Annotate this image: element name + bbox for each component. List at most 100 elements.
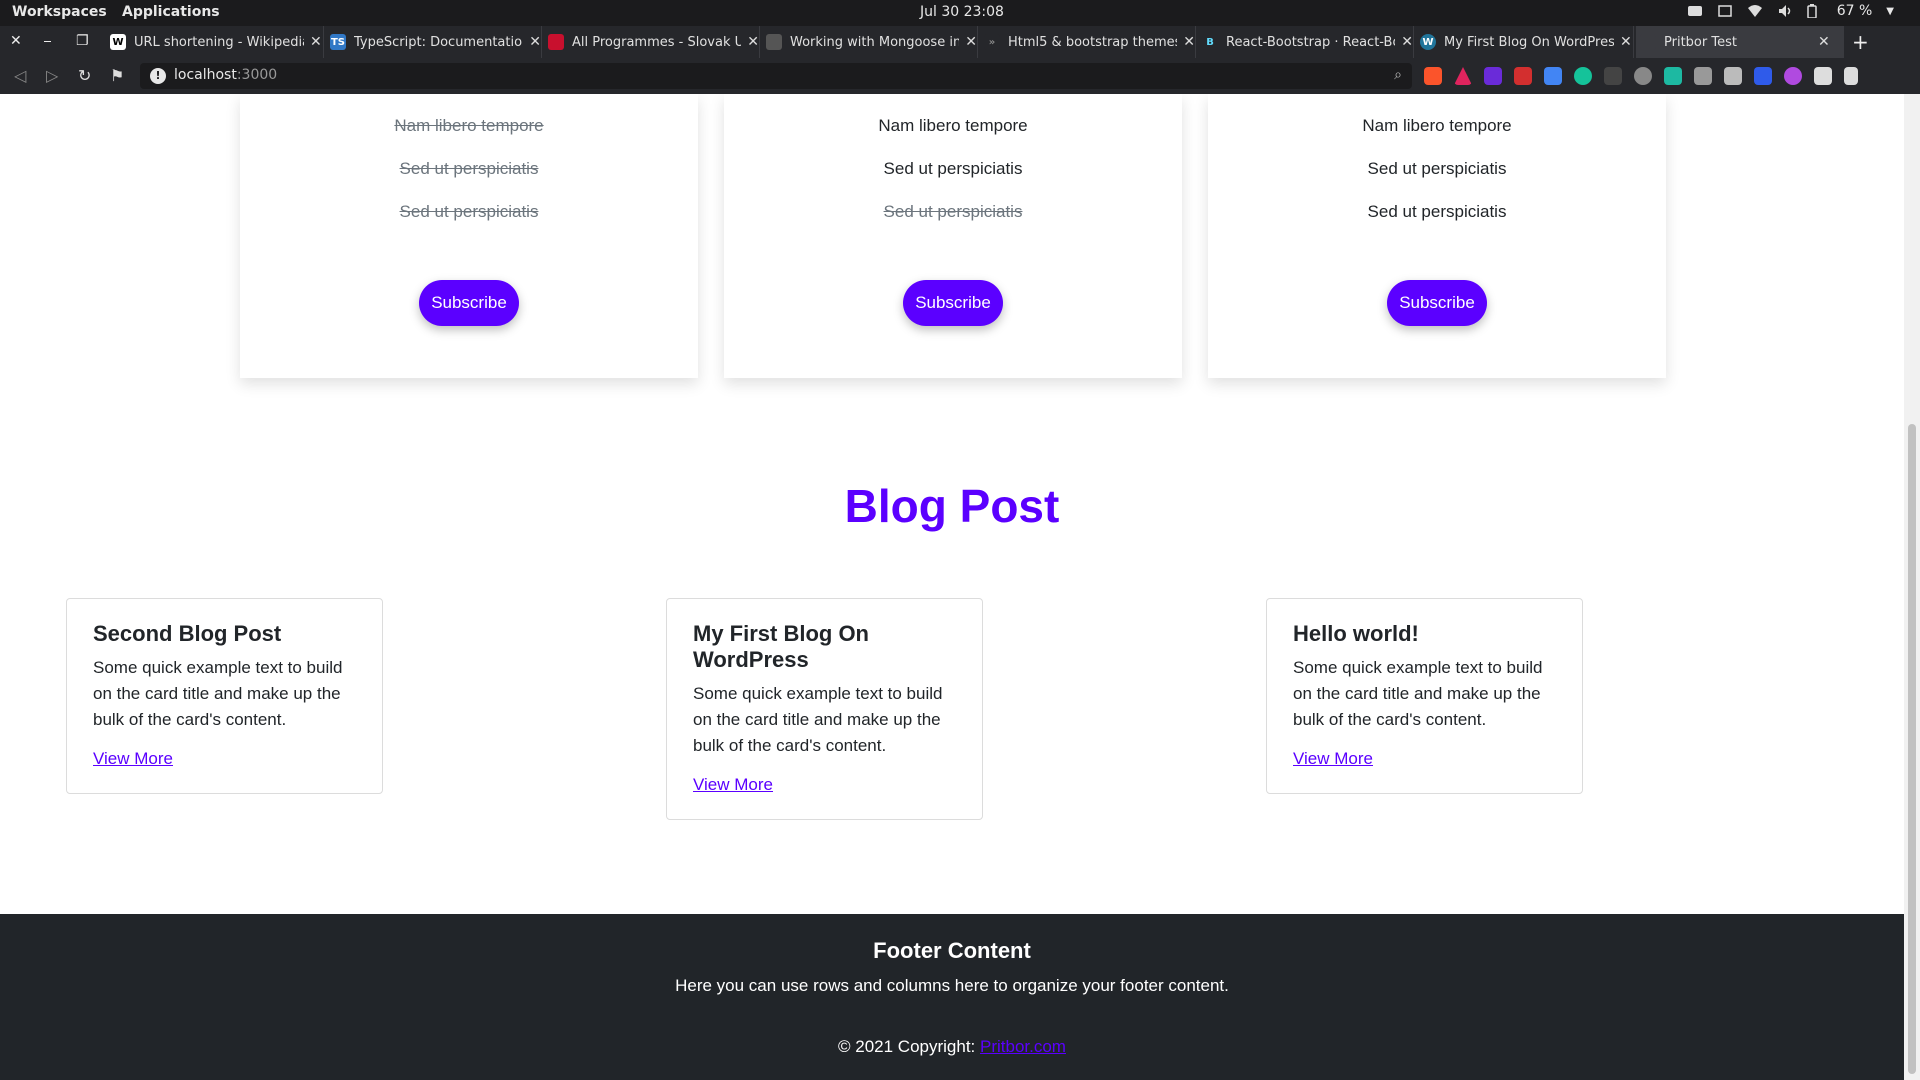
grammarly-icon[interactable] [1574, 67, 1592, 85]
extension-gray-icon[interactable] [1694, 67, 1712, 85]
extension-purple-icon[interactable] [1484, 67, 1502, 85]
screenshot-icon[interactable] [1687, 4, 1703, 18]
close-window-icon[interactable]: ✕ [10, 33, 22, 49]
view-more-link[interactable]: View More [693, 775, 773, 794]
pricing-feature: Sed ut perspiciatis [1367, 159, 1507, 178]
pricing-feature: Nam libero tempore [878, 116, 1028, 135]
puzzle-icon[interactable] [1814, 67, 1832, 85]
reload-icon[interactable]: ↻ [78, 66, 91, 85]
brave-shield-icon[interactable] [1424, 67, 1442, 85]
pricing-feature: Sed ut perspiciatis [1367, 202, 1507, 221]
forward-icon[interactable]: ▷ [46, 66, 58, 85]
tab-url-shortening[interactable]: W URL shortening - Wikipedia ✕ [106, 26, 324, 58]
pricing-feature: Sed ut perspiciatis [399, 159, 539, 178]
pen-icon[interactable] [1724, 67, 1742, 85]
tab-title: URL shortening - Wikipedia [134, 34, 304, 50]
battery-level: 67 % [1836, 3, 1873, 19]
close-tab-icon[interactable]: ✕ [965, 34, 977, 50]
view-more-link[interactable]: View More [1293, 749, 1373, 768]
close-tab-icon[interactable]: ✕ [747, 34, 759, 50]
typescript-icon: TS [330, 34, 346, 50]
brave-rewards-icon[interactable] [1454, 67, 1472, 85]
clock[interactable]: Jul 30 23:08 [920, 4, 1004, 20]
close-tab-icon[interactable]: ✕ [310, 34, 322, 50]
pricing-feature: Nam libero tempore [1362, 116, 1512, 135]
minimize-icon[interactable]: ⎯ [44, 33, 51, 49]
url-text[interactable]: localhost:3000 [174, 67, 277, 83]
extensions-bar [1424, 67, 1858, 85]
extension-blue-icon[interactable] [1754, 67, 1772, 85]
extension-dark-icon[interactable] [1604, 67, 1622, 85]
tab-react-bootstrap[interactable]: B React-Bootstrap · React-Bo ✕ [1198, 26, 1414, 58]
blog-card-text: Some quick example text to build on the … [93, 658, 343, 729]
translate-icon[interactable] [1544, 67, 1562, 85]
tab-wordpress-blog[interactable]: W My First Blog On WordPress ✕ [1416, 26, 1634, 58]
pricing-feature: Sed ut perspiciatis [883, 202, 1023, 221]
view-more-link[interactable]: View More [93, 749, 173, 768]
menu-icon[interactable] [1844, 67, 1858, 85]
close-tab-icon[interactable]: ✕ [1183, 34, 1195, 50]
footer-title: Footer Content [873, 938, 1031, 963]
os-top-bar: Workspaces Applications Jul 30 23:08 67 … [0, 0, 1920, 26]
url-field[interactable]: ! localhost:3000 ⌕ [140, 63, 1412, 89]
page-scrollbar[interactable] [1904, 94, 1920, 1080]
close-tab-icon[interactable]: ✕ [1818, 34, 1830, 50]
pricing-feature: Sed ut perspiciatis [399, 202, 539, 221]
new-tab-button[interactable]: + [1852, 30, 1869, 54]
pricing-feature: Nam libero tempore [394, 116, 544, 135]
close-tab-icon[interactable]: ✕ [1401, 34, 1413, 50]
address-bar-row: ◁ ▷ ↻ ⚑ ! localhost:3000 ⌕ [0, 58, 1920, 94]
tab-pritbor-test[interactable]: Pritbor Test ✕ [1636, 26, 1844, 58]
page-icon [1640, 34, 1656, 50]
battery-icon[interactable] [1806, 4, 1823, 19]
page-footer: Footer Content Here you can use rows and… [0, 914, 1904, 1080]
blog-card-text: Some quick example text to build on the … [693, 684, 943, 755]
zoom-icon[interactable]: ⌕ [1394, 67, 1402, 83]
tab-all-programmes[interactable]: All Programmes - Slovak Un ✕ [544, 26, 760, 58]
wikipedia-icon: W [110, 34, 126, 50]
blog-card-title: Second Blog Post [93, 621, 282, 646]
extension-circle-icon[interactable] [1634, 67, 1652, 85]
scrollbar-thumb[interactable] [1908, 424, 1916, 1074]
window-icon[interactable] [1717, 4, 1733, 18]
close-tab-icon[interactable]: ✕ [529, 34, 541, 50]
university-icon [548, 34, 564, 50]
back-icon[interactable]: ◁ [14, 66, 26, 85]
tab-title: All Programmes - Slovak Un [572, 34, 742, 50]
subscribe-button[interactable]: Subscribe [1387, 280, 1487, 326]
pricing-feature: Sed ut perspiciatis [883, 159, 1023, 178]
blog-card-text: Some quick example text to build on the … [1293, 658, 1543, 729]
extension-teal-icon[interactable] [1664, 67, 1682, 85]
blog-card-title: Hello world! [1293, 621, 1419, 646]
blog-card: My First Blog On WordPress Some quick ex… [666, 598, 983, 820]
tab-html5-themes[interactable]: » Html5 & bootstrap themes ✕ [980, 26, 1196, 58]
themes-icon: » [984, 34, 1000, 50]
tab-title: TypeScript: Documentation [354, 34, 524, 50]
system-tray: 67 % ▼ [1687, 3, 1894, 19]
wifi-icon[interactable] [1747, 4, 1763, 18]
tab-title: Pritbor Test [1664, 34, 1737, 50]
blog-card-title: My First Blog On WordPress [693, 621, 869, 672]
subscribe-button[interactable]: Subscribe [419, 280, 519, 326]
restore-icon[interactable]: ❐ [76, 33, 89, 49]
site-info-icon[interactable]: ! [150, 68, 166, 84]
tab-title: React-Bootstrap · React-Bo [1226, 34, 1396, 50]
extension-violet-icon[interactable] [1784, 67, 1802, 85]
copyright-link[interactable]: Pritbor.com [980, 1037, 1066, 1056]
blog-card: Hello world! Some quick example text to … [1266, 598, 1583, 794]
browser-tab-bar: ✕ ⎯ ❐ W URL shortening - Wikipedia ✕ TS … [0, 26, 1920, 58]
tab-typescript[interactable]: TS TypeScript: Documentation ✕ [326, 26, 542, 58]
copyright-text: © 2021 Copyright: [838, 1037, 980, 1056]
tab-title: Html5 & bootstrap themes [1008, 34, 1178, 50]
bookmark-icon[interactable]: ⚑ [110, 66, 124, 85]
applications-menu[interactable]: Applications [122, 4, 220, 20]
subscribe-button[interactable]: Subscribe [903, 280, 1003, 326]
extension-red-icon[interactable] [1514, 67, 1532, 85]
workspaces-menu[interactable]: Workspaces [12, 4, 107, 20]
chevron-down-icon[interactable]: ▼ [1886, 6, 1894, 17]
volume-icon[interactable] [1777, 4, 1793, 18]
close-tab-icon[interactable]: ✕ [1620, 34, 1632, 50]
mongoose-icon [766, 34, 782, 50]
tab-mongoose[interactable]: Working with Mongoose in ✕ [762, 26, 978, 58]
wordpress-icon: W [1420, 34, 1436, 50]
